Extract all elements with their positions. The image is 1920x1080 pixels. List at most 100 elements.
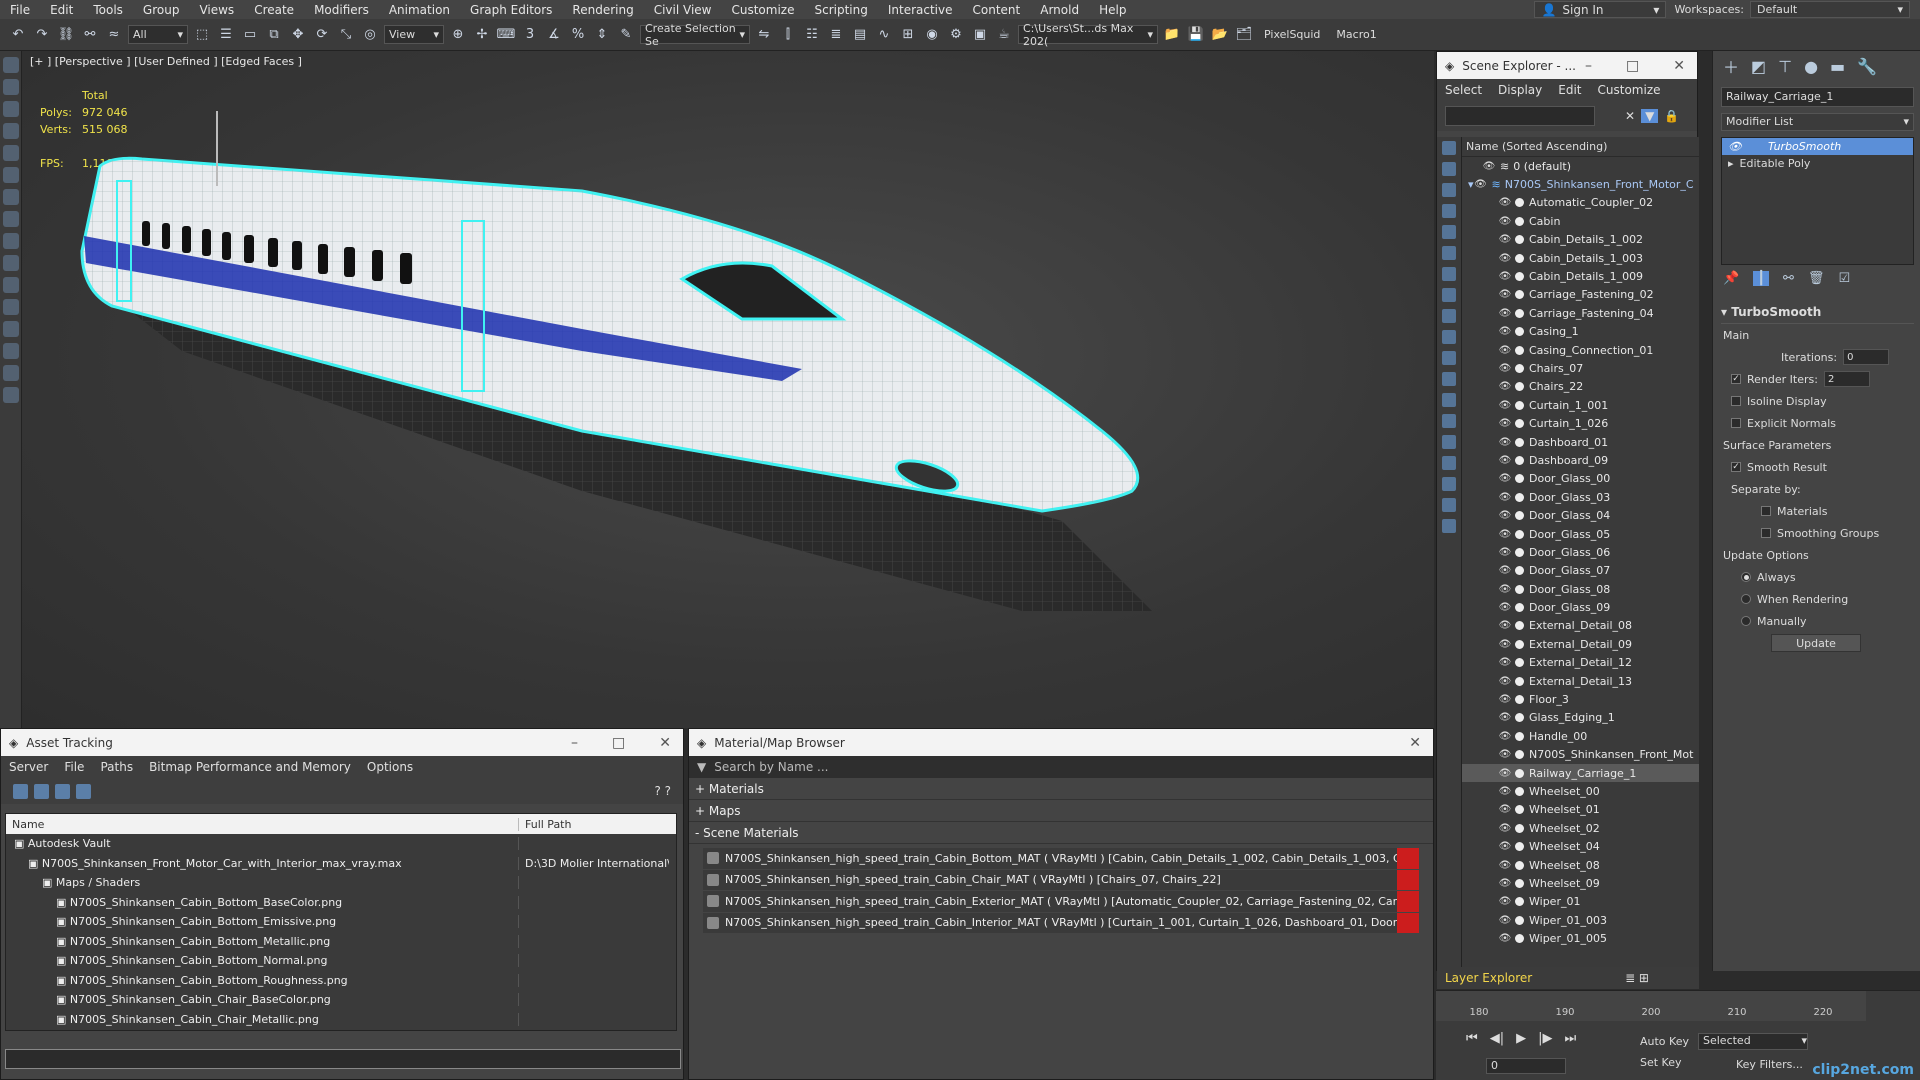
menu-group[interactable]: Group [133, 3, 190, 17]
render-iters-spinner[interactable]: 2 [1823, 371, 1870, 387]
scene-item[interactable]: 👁 Carriage_Fastening_02 [1462, 286, 1699, 304]
scale-icon[interactable]: ⤡ [336, 25, 356, 45]
new-project-icon[interactable]: 🗂 [1234, 25, 1254, 45]
modify-icon[interactable] [2, 79, 19, 95]
hierarchy-tab-icon[interactable]: ⊤ [1778, 57, 1792, 76]
scene-item[interactable]: 👁 Casing_1 [1462, 323, 1699, 341]
menu-content[interactable]: Content [963, 3, 1031, 17]
scene-item[interactable]: 👁 Door_Glass_05 [1462, 525, 1699, 543]
close-icon[interactable]: ✕ [659, 735, 671, 751]
filter-filter-icon[interactable] [1442, 477, 1456, 491]
filter-lights-icon[interactable] [1442, 204, 1456, 218]
select-object-icon[interactable]: ⬚ [192, 25, 212, 45]
scene-materials-group[interactable]: - Scene Materials [689, 822, 1433, 844]
scene-item[interactable]: 👁 Glass_Edging_1 [1462, 709, 1699, 727]
asset-row[interactable]: ▣ N700S_Shinkansen_Cabin_Bottom_Roughnes… [6, 971, 676, 991]
asset-row[interactable]: ▣ N700S_Shinkansen_Cabin_Bottom_BaseColo… [6, 893, 676, 913]
asset-row[interactable]: ▣ N700S_Shinkansen_Cabin_Chair_BaseColor… [6, 990, 676, 1010]
smoothing-groups-checkbox[interactable] [1761, 528, 1771, 538]
layer-explorer-bar[interactable]: Layer Explorer ≣ ⊞ [1437, 967, 1699, 989]
iterations-spinner[interactable]: 0 [1843, 349, 1890, 365]
when-rendering-radio[interactable] [1741, 594, 1751, 604]
eye-icon[interactable]: 👁 [1498, 455, 1512, 466]
eye-icon[interactable]: 👁 [1498, 289, 1512, 300]
rotate-icon[interactable]: ⟳ [312, 25, 332, 45]
create-icon[interactable] [2, 57, 19, 73]
eye-icon[interactable]: 👁 [1498, 657, 1512, 668]
scene-item[interactable]: 👁 Curtain_1_026 [1462, 414, 1699, 432]
menu-interactive[interactable]: Interactive [878, 3, 963, 17]
schematic-view-icon[interactable]: ⊞ [898, 25, 918, 45]
create-tab-icon[interactable]: ＋ [1723, 54, 1739, 78]
align-icon[interactable]: ⫿ [778, 25, 798, 45]
eye-icon[interactable]: 👁 [1498, 253, 1512, 264]
project-folder-icon[interactable]: 📁 [1162, 25, 1182, 45]
help-icon[interactable]: ? ? [654, 784, 671, 798]
display-icon[interactable] [2, 145, 19, 161]
scene-item[interactable]: 👁 Carriage_Fastening_04 [1462, 304, 1699, 322]
menu-bitmap-performance[interactable]: Bitmap Performance and Memory [149, 760, 351, 774]
menu-rendering[interactable]: Rendering [562, 3, 643, 17]
eye-icon[interactable]: 👁 [1728, 140, 1742, 153]
light-icon[interactable] [2, 211, 19, 227]
next-frame-icon[interactable]: |▶ [1538, 1031, 1552, 1046]
scene-item[interactable]: 👁 Wiper_01_005 [1462, 929, 1699, 947]
motion-icon[interactable] [2, 123, 19, 139]
layer-explorer-icon[interactable]: ≣ ⊞ [1625, 971, 1649, 985]
stack-item-editable-poly[interactable]: ▸ Editable Poly [1722, 155, 1913, 172]
menu-tools[interactable]: Tools [83, 3, 133, 17]
scene-item[interactable]: 👁 External_Detail_08 [1462, 617, 1699, 635]
eye-icon[interactable]: 👁 [1498, 804, 1512, 815]
menu-arnold[interactable]: Arnold [1030, 3, 1089, 17]
make-unique-icon[interactable]: ⚯ [1783, 271, 1794, 286]
close-icon[interactable]: ✕ [1409, 735, 1421, 751]
shape-icon[interactable] [2, 365, 19, 381]
menu-select[interactable]: Select [1445, 83, 1482, 97]
filter-layers-icon[interactable] [1442, 519, 1456, 533]
eye-icon[interactable]: 👁 [1498, 363, 1512, 374]
eye-icon[interactable]: 👁 [1498, 308, 1512, 319]
scene-item[interactable]: 👁 Floor_3 [1462, 690, 1699, 708]
eye-icon[interactable]: 👁 [1498, 197, 1512, 208]
scene-item[interactable]: 👁 Dashboard_09 [1462, 451, 1699, 469]
minimize-icon[interactable]: – [1585, 58, 1592, 74]
percent-snap-icon[interactable]: % [568, 25, 588, 45]
open-icon[interactable]: 📂 [1210, 25, 1230, 45]
scene-item[interactable]: 👁 Wheelset_09 [1462, 874, 1699, 892]
pin-stack-icon[interactable]: 📌 [1723, 271, 1739, 286]
scene-item[interactable]: 👁 N700S_Shinkansen_Front_Mot [1462, 746, 1699, 764]
eye-icon[interactable]: 👁 [1498, 731, 1512, 742]
scene-item[interactable]: 👁 Wheelset_01 [1462, 801, 1699, 819]
select-manipulate-icon[interactable]: ✢ [472, 25, 492, 45]
eye-icon[interactable]: 👁 [1498, 639, 1512, 650]
refresh-icon[interactable] [13, 783, 28, 799]
eye-icon[interactable]: 👁 [1498, 620, 1512, 631]
scene-item[interactable]: 👁 Wiper_01_003 [1462, 911, 1699, 929]
rollout-header[interactable]: ▾ TurboSmooth [1721, 301, 1914, 324]
brush-icon[interactable] [2, 387, 19, 403]
manually-radio[interactable] [1741, 616, 1751, 626]
scene-explorer-titlebar[interactable]: ◈ Scene Explorer - ... – □ ✕ [1437, 52, 1697, 79]
show-end-result-icon[interactable]: ┃ [1753, 270, 1770, 286]
menu-help[interactable]: Help [1089, 3, 1136, 17]
move-icon[interactable]: ✥ [288, 25, 308, 45]
sphere-icon[interactable] [2, 299, 19, 315]
scene-item[interactable]: 👁 Wiper_01 [1462, 893, 1699, 911]
set-key-button[interactable]: Set Key [1640, 1056, 1689, 1069]
link-icon[interactable]: ⛓ [56, 25, 76, 45]
eye-icon[interactable]: 👁 [1498, 841, 1512, 852]
eye-icon[interactable]: 👁 [1498, 271, 1512, 282]
eye-icon[interactable]: 👁 [1482, 161, 1496, 172]
eye-icon[interactable]: 👁 [1498, 216, 1512, 227]
edit-named-selection-icon[interactable]: ✎ [616, 25, 636, 45]
eye-icon[interactable]: 👁 [1498, 234, 1512, 245]
table-view-icon[interactable] [76, 783, 91, 799]
close-icon[interactable]: ✕ [1673, 58, 1685, 74]
menu-edit[interactable]: Edit [40, 3, 83, 17]
asset-row[interactable]: ▣ Maps / Shaders [6, 873, 676, 893]
redo-icon[interactable]: ↷ [32, 25, 52, 45]
scene-item[interactable]: 👁 Handle_00 [1462, 727, 1699, 745]
keyboard-shortcut-icon[interactable]: ⌨ [496, 25, 516, 45]
lock-icon[interactable]: 🔒 [1664, 109, 1679, 123]
menu-animation[interactable]: Animation [379, 3, 460, 17]
